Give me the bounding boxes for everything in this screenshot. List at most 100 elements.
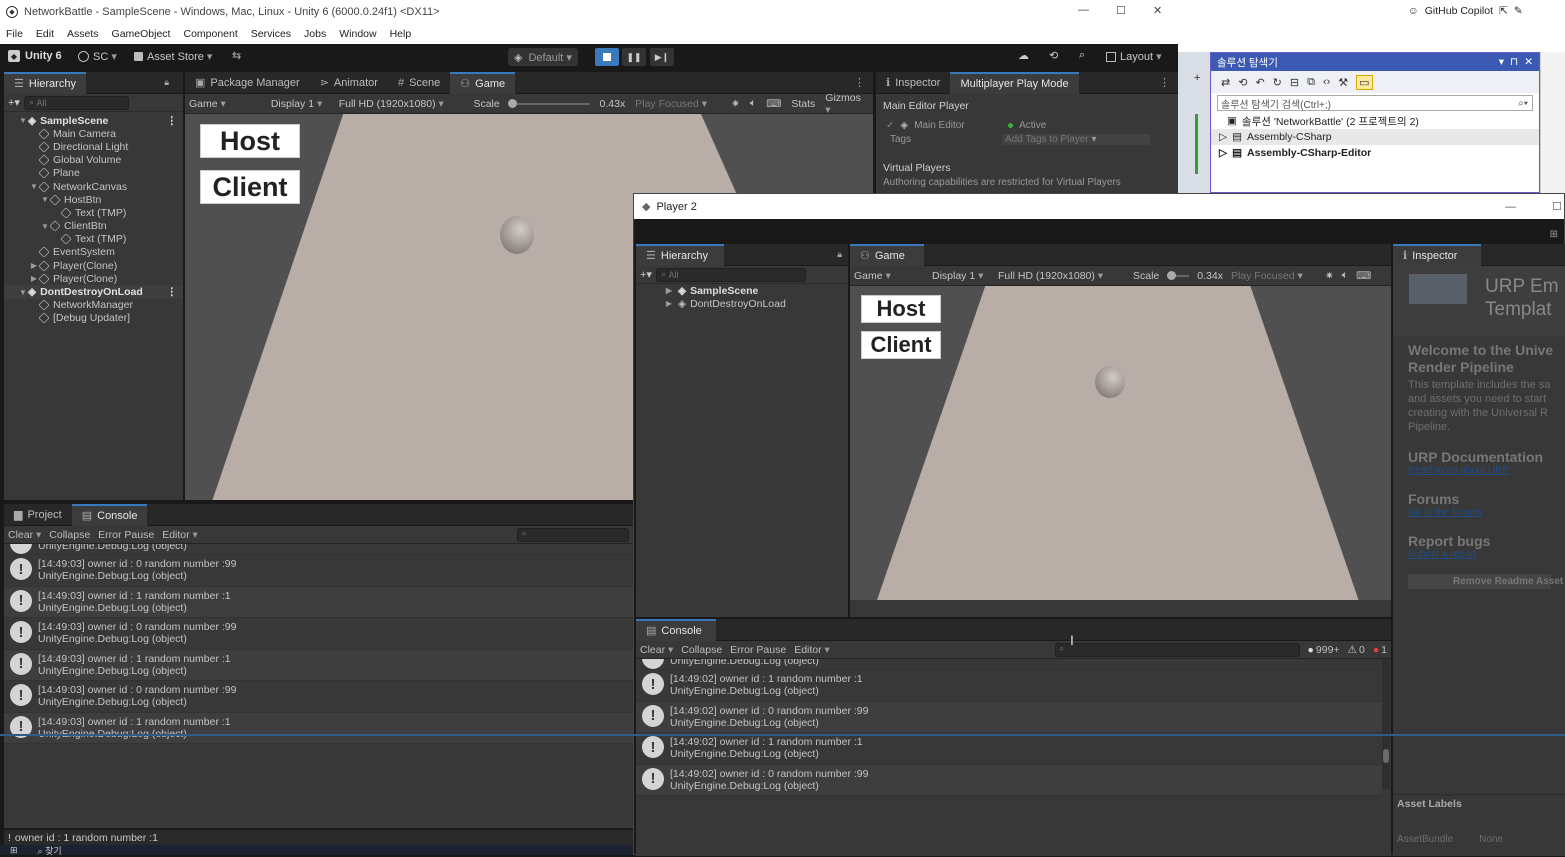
scale-slider-knob[interactable] bbox=[1167, 270, 1177, 280]
collapse-icon[interactable]: ▼ bbox=[40, 222, 50, 231]
tab-project[interactable]: ▆ Project bbox=[4, 504, 72, 526]
console-search-input[interactable]: ⌕ bbox=[517, 527, 629, 542]
tab-inspector[interactable]: ℹ Inspector bbox=[1393, 244, 1481, 266]
copy-icon[interactable]: ⧉ bbox=[1307, 76, 1315, 89]
collapse-icon[interactable]: ▼ bbox=[18, 288, 28, 297]
hierarchy-item[interactable]: ▶ Player(Clone) bbox=[4, 272, 183, 285]
menu-assets[interactable]: Assets bbox=[67, 28, 99, 40]
display-dropdown[interactable]: Display 1 bbox=[932, 270, 990, 282]
bug-icon[interactable]: ✷ bbox=[1325, 270, 1334, 282]
expand-icon[interactable]: ▷ bbox=[1219, 131, 1227, 143]
step-button[interactable]: ▶❙ bbox=[650, 48, 674, 66]
cloud-icon[interactable]: ☁ bbox=[1018, 49, 1029, 62]
readme-forums-link[interactable]: Go to the forums bbox=[1408, 507, 1551, 518]
list-item[interactable]: ! [14:49:03] owner id : 1 random number :… bbox=[4, 649, 633, 681]
maximize-button[interactable]: ☐ bbox=[1552, 200, 1562, 213]
error-count-badge[interactable]: ● 1 bbox=[1373, 644, 1387, 656]
tab-console[interactable]: ▤ Console bbox=[636, 618, 716, 641]
resolution-dropdown[interactable]: Full HD (1920x1080) bbox=[998, 270, 1125, 282]
clear-button[interactable]: Clear bbox=[640, 644, 673, 656]
more-icon[interactable]: ⋮ bbox=[854, 76, 865, 89]
close-button[interactable]: ✕ bbox=[1153, 4, 1162, 17]
host-button[interactable]: Host bbox=[861, 295, 941, 323]
solution-search-input[interactable]: 솔루션 탐색기 검색(Ctrl+;) ⌕▾ bbox=[1217, 95, 1533, 111]
list-item[interactable]: ! [14:49:03] owner id : 1 random number :… bbox=[4, 586, 633, 618]
asset-store-dropdown[interactable]: Asset Store bbox=[134, 50, 212, 63]
expand-icon[interactable]: ▶ bbox=[664, 299, 674, 308]
tab-package-manager[interactable]: ▣ Package Manager bbox=[185, 72, 310, 94]
hierarchy-search-input[interactable]: ⌕ All bbox=[23, 95, 129, 110]
tab-inspector[interactable]: ℹ Inspector bbox=[876, 72, 950, 94]
refresh-icon[interactable]: ↻ bbox=[1273, 76, 1282, 89]
history-icon[interactable]: ⟲ bbox=[1238, 76, 1247, 89]
menu-jobs[interactable]: Jobs bbox=[304, 28, 326, 40]
stats-button[interactable]: Stats bbox=[791, 98, 815, 110]
list-item[interactable]: ! [14:49:02] owner id : 1 random number :… bbox=[636, 733, 1382, 765]
menu-edit[interactable]: Edit bbox=[36, 28, 54, 40]
hierarchy-item[interactable]: [Debug Updater] bbox=[4, 312, 183, 325]
mute-icon[interactable]: 🔈︎ bbox=[750, 97, 756, 110]
editor-dropdown[interactable]: Editor bbox=[162, 529, 198, 541]
menu-services[interactable]: Services bbox=[251, 28, 291, 40]
collapse-button[interactable]: Collapse bbox=[49, 529, 90, 541]
resolution-dropdown[interactable]: Full HD (1920x1080) bbox=[339, 98, 464, 110]
hierarchy-item[interactable]: ▶ Player(Clone) bbox=[4, 259, 183, 272]
search-icon[interactable]: ⌕ bbox=[1079, 49, 1085, 62]
console-scrollbar[interactable] bbox=[1382, 659, 1390, 789]
scale-slider-knob[interactable] bbox=[507, 98, 517, 108]
tab-console[interactable]: ▤ Console bbox=[71, 503, 148, 526]
github-copilot-label[interactable]: GitHub Copilot bbox=[1425, 5, 1493, 17]
expand-icon[interactable]: ▶ bbox=[29, 274, 39, 283]
error-pause-button[interactable]: Error Pause bbox=[730, 644, 786, 656]
hierarchy-scene-row[interactable]: ▶ ◈ DontDestroyOnLoad bbox=[636, 297, 848, 310]
add-dropdown[interactable]: +▾ bbox=[640, 268, 652, 281]
client-button[interactable]: Client bbox=[861, 331, 941, 359]
minimize-button[interactable]: — bbox=[1078, 4, 1089, 16]
game-viewport[interactable]: Host Client bbox=[850, 286, 1391, 600]
cursor-add-icon[interactable]: + bbox=[1194, 72, 1200, 84]
wrench-icon[interactable]: ⚒ bbox=[1338, 76, 1348, 89]
menu-gameobject[interactable]: GameObject bbox=[112, 28, 171, 40]
asset-bundle-dropdown[interactable]: None bbox=[1479, 834, 1503, 845]
tab-hierarchy[interactable]: ☰ Hierarchy bbox=[4, 71, 86, 94]
gizmos-dropdown[interactable]: Gizmos bbox=[825, 92, 869, 116]
hierarchy-scene-row[interactable]: ▼ ◈ DontDestroyOnLoad ⋮ bbox=[4, 285, 183, 299]
collapse-icon[interactable]: ▼ bbox=[18, 116, 28, 125]
scrollbar-thumb[interactable] bbox=[1383, 749, 1389, 763]
tab-animator[interactable]: ⋗ Animator bbox=[310, 72, 388, 94]
feedback-icon[interactable]: ✎ bbox=[1514, 5, 1523, 17]
list-item[interactable]: UnityEngine.Debug:Log (object) bbox=[636, 659, 1382, 670]
sync-icon[interactable]: ⇄ bbox=[1221, 76, 1230, 89]
hierarchy-scene-row[interactable]: ▶ ◈ SampleScene bbox=[636, 284, 848, 297]
tab-hierarchy[interactable]: ☰ Hierarchy bbox=[636, 243, 724, 266]
log-count-badge[interactable]: ● 999+ bbox=[1308, 644, 1340, 656]
hierarchy-item[interactable]: ▼ ClientBtn bbox=[4, 220, 183, 233]
more-icon[interactable]: ⋮ bbox=[167, 286, 178, 298]
hierarchy-item[interactable]: ▼ HostBtn bbox=[4, 193, 183, 206]
remove-readme-button[interactable]: Remove Readme Asset bbox=[1408, 574, 1563, 589]
game-dropdown[interactable]: Game bbox=[854, 270, 924, 282]
collapse-icon[interactable]: ▼ bbox=[29, 182, 39, 191]
tags-dropdown[interactable]: Add Tags to Player bbox=[1002, 134, 1150, 145]
layout-icon[interactable]: ⊞ bbox=[1550, 229, 1558, 240]
scale-slider[interactable] bbox=[1167, 270, 1190, 280]
hierarchy-item[interactable]: EventSystem bbox=[4, 246, 183, 259]
mute-icon[interactable]: 🔈︎ bbox=[1342, 269, 1348, 282]
preview-icon[interactable]: ▭ bbox=[1356, 74, 1373, 90]
list-item[interactable]: ! [14:49:02] owner id : 0 random number :… bbox=[636, 764, 1382, 796]
account-dropdown[interactable]: SC bbox=[78, 50, 117, 63]
console-search-input[interactable]: ⌕ bbox=[1054, 642, 1300, 657]
layout-dropdown[interactable]: Layout bbox=[1106, 50, 1162, 63]
hierarchy-search-input[interactable]: ⌕ All bbox=[655, 267, 806, 282]
hierarchy-item[interactable]: Plane bbox=[4, 167, 183, 180]
project-node[interactable]: ▷ ▤ Assembly-CSharp bbox=[1211, 129, 1539, 145]
code-icon[interactable]: ‹› bbox=[1323, 76, 1330, 88]
keyboard-icon[interactable]: ⌨ bbox=[1356, 270, 1371, 282]
list-item[interactable]: ! [14:49:02] owner id : 0 random number :… bbox=[636, 701, 1382, 733]
warning-count-badge[interactable]: ⚠ 0 bbox=[1348, 644, 1365, 656]
tab-game[interactable]: ⚇ Game bbox=[450, 71, 516, 94]
tab-game[interactable]: ⚇ Game bbox=[850, 243, 924, 266]
list-item[interactable]: ! [14:49:03] owner id : 1 random number :… bbox=[4, 712, 633, 744]
hierarchy-item[interactable]: Main Camera bbox=[4, 127, 183, 140]
play-button[interactable] bbox=[595, 48, 619, 66]
